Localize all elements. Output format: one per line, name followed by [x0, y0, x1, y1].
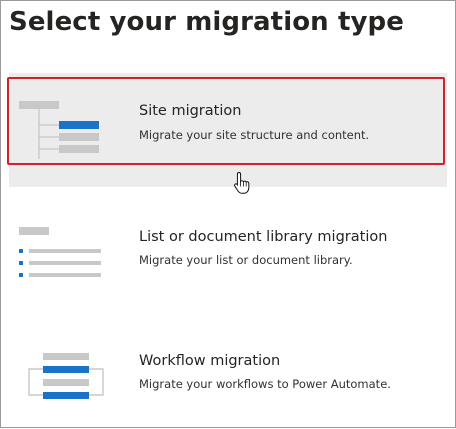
option-workflow-title: Workflow migration: [139, 353, 281, 369]
option-workflow-migration[interactable]: Workflow migration Migrate your workflow…: [9, 315, 447, 429]
hand-pointer-cursor-icon: [234, 171, 250, 194]
option-site-migration-title: Site migration: [139, 103, 242, 119]
option-workflow-description: Migrate your workflows to Power Automate…: [139, 377, 391, 391]
migration-type-panel: Select your migration type Site migratio…: [0, 0, 456, 428]
option-site-migration-description: Migrate your site structure and content.: [139, 128, 370, 142]
option-list-library-description: Migrate your list or document library.: [139, 253, 353, 267]
option-list-library-title: List or document library migration: [139, 229, 388, 245]
page-title: Select your migration type: [9, 7, 404, 37]
workflow-icon: [28, 353, 104, 399]
option-site-migration[interactable]: Site migration Migrate your site structu…: [7, 73, 447, 187]
site-hierarchy-icon: [19, 101, 99, 159]
option-list-library-migration[interactable]: List or document library migration Migra…: [9, 191, 447, 305]
list-library-icon: [19, 227, 101, 277]
